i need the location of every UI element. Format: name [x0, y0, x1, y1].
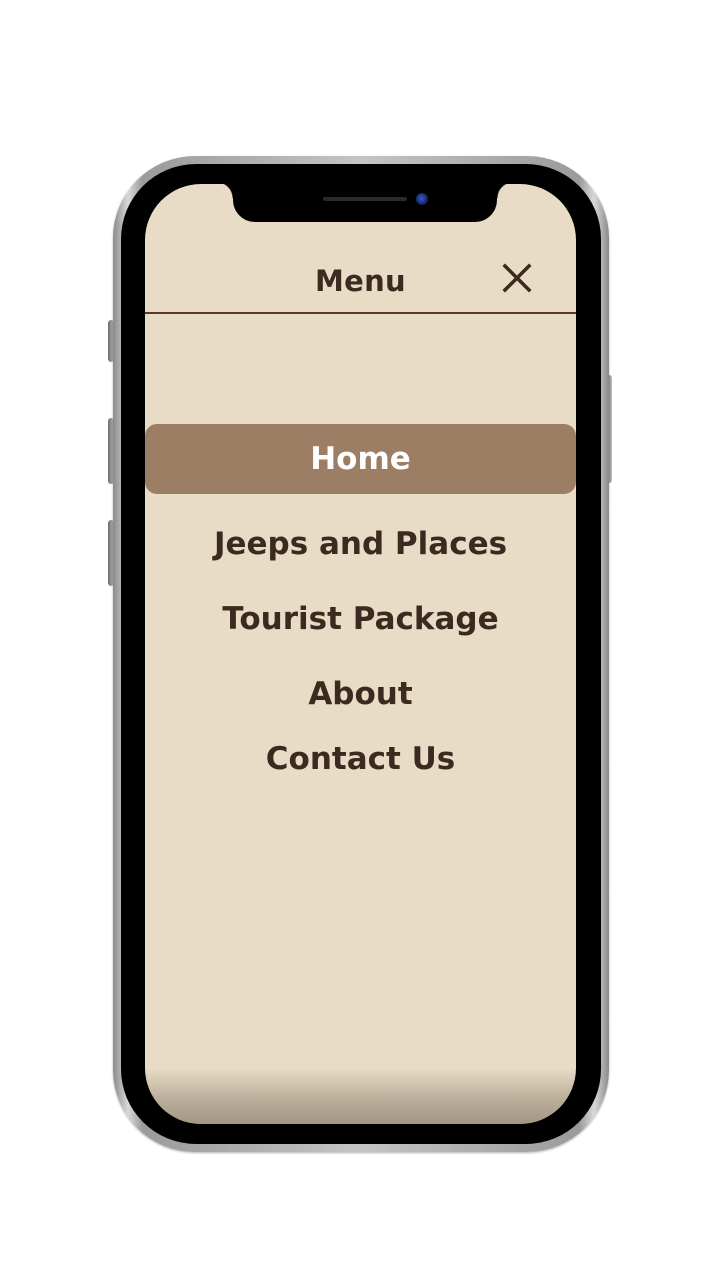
nav-item-home[interactable]: Home	[145, 424, 576, 494]
close-icon	[502, 263, 532, 293]
phone-frame: Menu Home Jeeps and Places Tourist Packa…	[113, 156, 609, 1152]
nav-item-contact-us[interactable]: Contact Us	[145, 741, 576, 777]
bottom-shadow	[145, 1068, 576, 1124]
nav-item-tourist-package[interactable]: Tourist Package	[145, 601, 576, 637]
nav-item-jeeps-and-places[interactable]: Jeeps and Places	[145, 526, 576, 562]
phone-notch	[217, 184, 513, 222]
speaker-grille	[323, 197, 407, 201]
phone-screen: Menu Home Jeeps and Places Tourist Packa…	[145, 184, 576, 1124]
camera-icon	[416, 193, 428, 205]
close-button[interactable]	[499, 260, 535, 296]
nav-item-about[interactable]: About	[145, 676, 576, 712]
phone-mockup: Menu Home Jeeps and Places Tourist Packa…	[0, 0, 720, 1280]
